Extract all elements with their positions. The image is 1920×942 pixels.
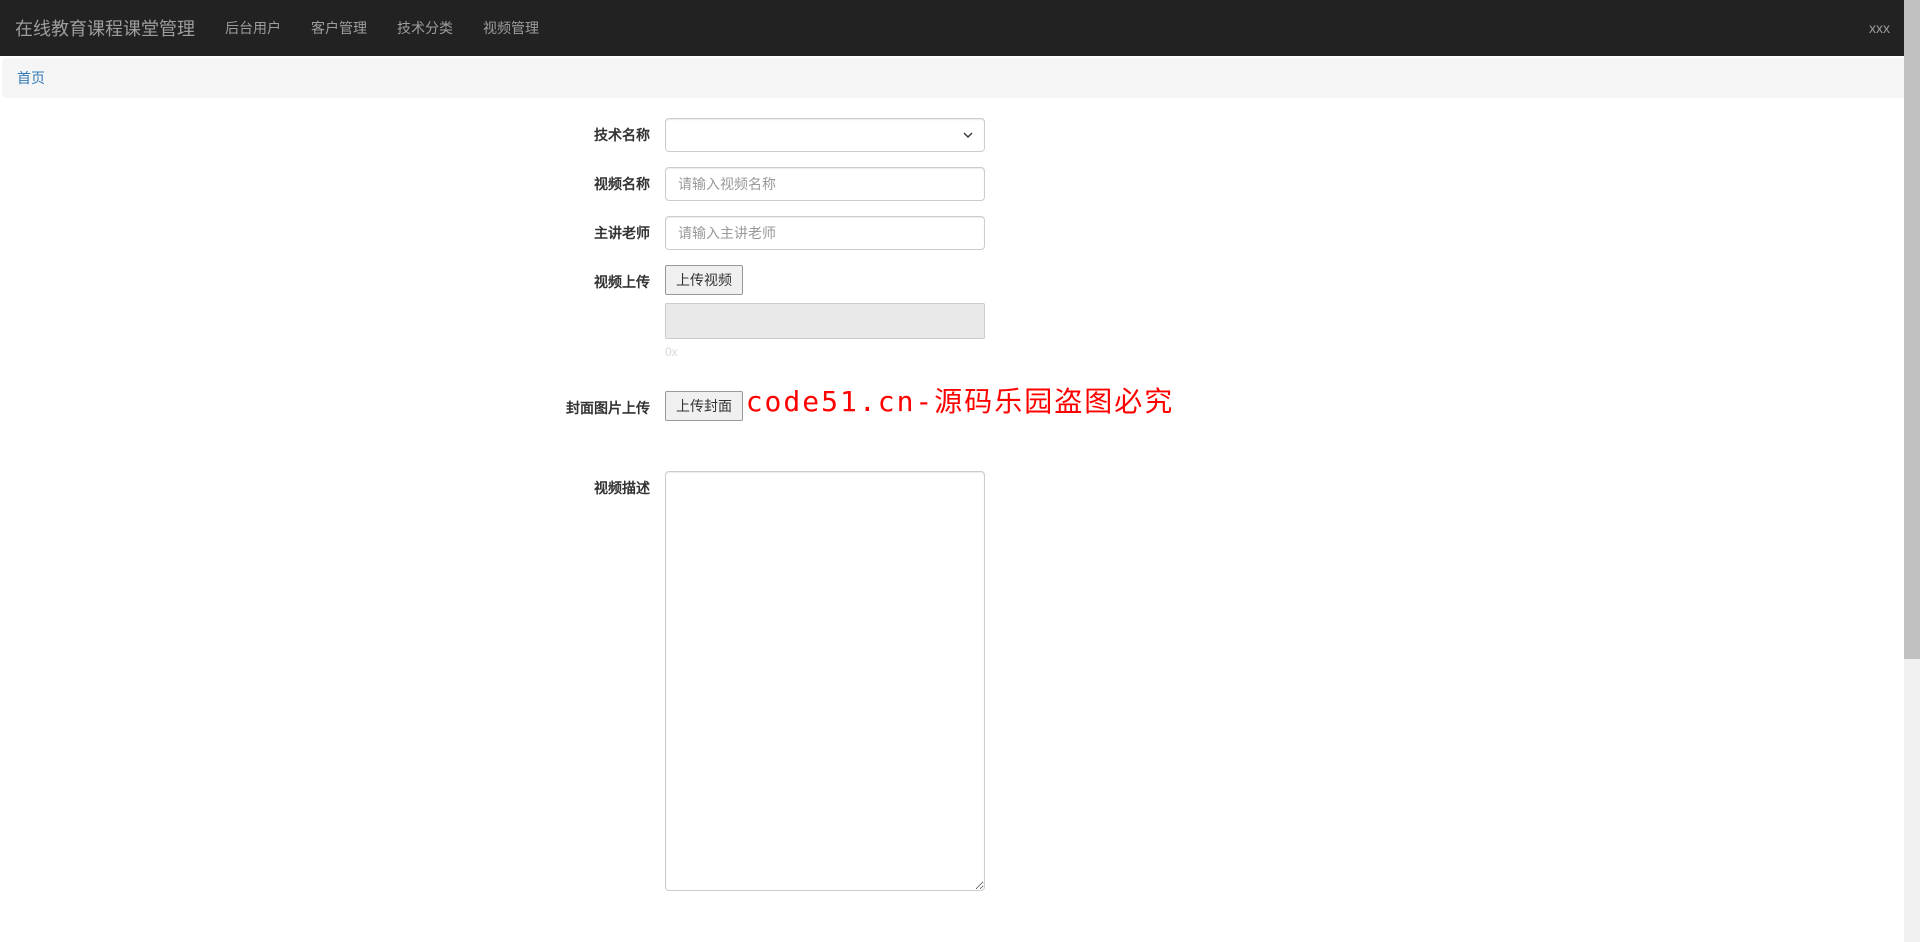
scrollbar-thumb[interactable] <box>1904 0 1920 659</box>
navbar-user[interactable]: xxx <box>1854 5 1905 51</box>
label-description: 视频描述 <box>525 471 665 498</box>
textarea-description[interactable] <box>665 471 985 891</box>
breadcrumb-home[interactable]: 首页 <box>17 70 45 86</box>
button-upload-video[interactable]: 上传视频 <box>665 265 743 295</box>
navbar-nav: 后台用户 客户管理 技术分类 视频管理 <box>210 3 554 53</box>
label-cover-upload: 封面图片上传 <box>525 391 665 418</box>
breadcrumb: 首页 <box>2 58 1918 98</box>
select-tech-name[interactable] <box>665 118 985 152</box>
label-video-upload: 视频上传 <box>525 265 665 292</box>
nav-video-mgmt[interactable]: 视频管理 <box>483 20 539 36</box>
nav-customer-mgmt[interactable]: 客户管理 <box>311 20 367 36</box>
form-group-tech-name: 技术名称 <box>525 118 1395 152</box>
navbar-left: 在线教育课程课堂管理 后台用户 客户管理 技术分类 视频管理 <box>15 0 554 56</box>
form-group-description: 视频描述 <box>525 471 1395 894</box>
form-group-video-name: 视频名称 <box>525 167 1395 201</box>
top-navbar: 在线教育课程课堂管理 后台用户 客户管理 技术分类 视频管理 xxx <box>0 0 1920 56</box>
label-video-name: 视频名称 <box>525 167 665 194</box>
form-group-cover-upload: 封面图片上传 上传封面 <box>525 391 1395 421</box>
nav-backend-user[interactable]: 后台用户 <box>225 20 281 36</box>
video-upload-preview <box>665 303 985 339</box>
nav-tech-category[interactable]: 技术分类 <box>397 20 453 36</box>
form-group-video-upload: 视频上传 上传视频 0x <box>525 265 1395 361</box>
label-teacher: 主讲老师 <box>525 216 665 243</box>
video-upload-hint: 0x <box>665 345 985 361</box>
video-form: 技术名称 视频名称 主讲老师 视频上传 上传视频 0x 封面图片上传 上传封面 <box>510 118 1410 894</box>
scrollbar-track[interactable] <box>1904 0 1920 942</box>
label-tech-name: 技术名称 <box>525 118 665 145</box>
input-video-name[interactable] <box>665 167 985 201</box>
input-teacher[interactable] <box>665 216 985 250</box>
navbar-brand[interactable]: 在线教育课程课堂管理 <box>15 0 210 56</box>
button-upload-cover[interactable]: 上传封面 <box>665 391 743 421</box>
form-group-teacher: 主讲老师 <box>525 216 1395 250</box>
